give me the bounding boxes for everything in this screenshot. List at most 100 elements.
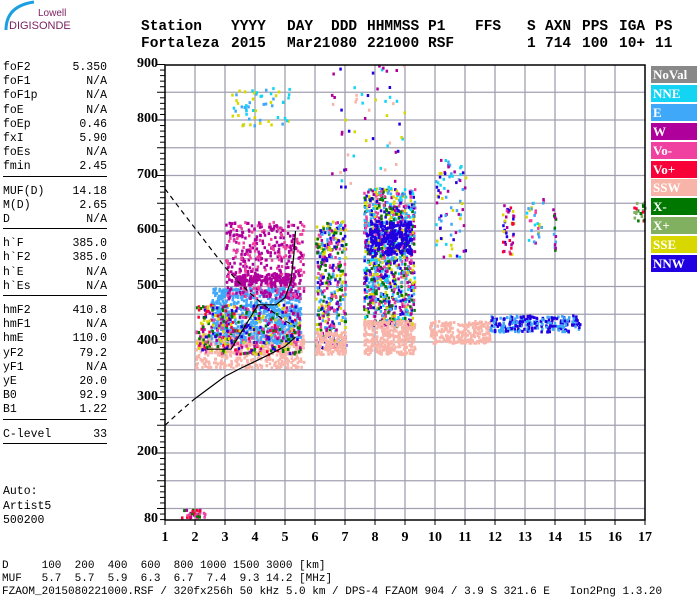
echo-point bbox=[393, 261, 396, 265]
echo-point bbox=[300, 360, 303, 364]
echo-point bbox=[458, 330, 462, 334]
echo-point bbox=[225, 324, 229, 327]
echo-point bbox=[229, 225, 233, 228]
echo-point bbox=[262, 102, 265, 106]
echo-point bbox=[241, 230, 244, 234]
echo-point bbox=[298, 297, 302, 301]
echo-point bbox=[287, 274, 290, 278]
echo-point bbox=[316, 260, 320, 264]
echo-point bbox=[399, 299, 402, 303]
echo-point bbox=[389, 231, 393, 235]
echo-point bbox=[284, 254, 288, 258]
echo-point bbox=[216, 345, 220, 348]
echo-point bbox=[444, 195, 448, 199]
echo-point bbox=[270, 237, 273, 241]
echo-point bbox=[288, 316, 292, 320]
echo-point bbox=[320, 241, 324, 245]
echo-point bbox=[291, 320, 295, 324]
echo-point bbox=[451, 208, 455, 212]
echo-point bbox=[332, 308, 336, 312]
echo-point bbox=[403, 246, 406, 250]
echo-point bbox=[265, 364, 269, 368]
echo-point bbox=[246, 358, 249, 362]
echo-point bbox=[255, 363, 258, 367]
echo-point bbox=[383, 210, 386, 214]
echo-point bbox=[438, 336, 442, 340]
echo-point bbox=[387, 264, 390, 268]
echo-point bbox=[375, 344, 378, 348]
echo-point bbox=[252, 321, 256, 325]
echo-point bbox=[384, 231, 388, 235]
echo-point bbox=[224, 309, 228, 313]
echo-point bbox=[343, 311, 347, 315]
echo-point bbox=[341, 272, 345, 276]
echo-point bbox=[390, 346, 394, 349]
echo-point bbox=[402, 224, 405, 228]
echo-point bbox=[273, 251, 277, 255]
echo-point bbox=[285, 119, 289, 123]
echo-point bbox=[263, 265, 266, 269]
echo-point bbox=[332, 269, 335, 273]
echo-point bbox=[435, 201, 439, 205]
echo-point bbox=[245, 279, 249, 283]
echo-point bbox=[381, 313, 385, 317]
echo-point bbox=[464, 176, 468, 180]
echo-point bbox=[322, 353, 325, 356]
echo-point bbox=[204, 358, 208, 362]
echo-point bbox=[477, 327, 481, 331]
echo-point bbox=[442, 255, 446, 259]
echo-point bbox=[286, 231, 290, 235]
echo-point bbox=[394, 345, 397, 349]
echo-point bbox=[259, 306, 263, 310]
echo-point bbox=[241, 306, 245, 310]
echo-point bbox=[363, 231, 366, 235]
echo-point bbox=[227, 304, 230, 307]
echo-point bbox=[255, 321, 259, 325]
echo-point bbox=[342, 226, 345, 230]
echo-point bbox=[393, 314, 397, 318]
echo-point bbox=[404, 233, 408, 237]
echo-point bbox=[375, 331, 378, 334]
echo-point bbox=[205, 340, 208, 344]
echo-point bbox=[411, 281, 414, 285]
echo-point bbox=[338, 257, 341, 260]
echo-point bbox=[279, 365, 283, 368]
echo-point bbox=[384, 310, 387, 314]
echo-point bbox=[377, 350, 380, 354]
echo-point bbox=[287, 266, 290, 269]
echo-point bbox=[274, 318, 277, 322]
echo-point bbox=[287, 293, 291, 297]
echo-point bbox=[225, 321, 228, 324]
echo-point bbox=[409, 195, 412, 199]
echo-point bbox=[406, 320, 409, 324]
echo-point bbox=[212, 318, 215, 322]
echo-point bbox=[399, 258, 402, 262]
echo-point bbox=[397, 338, 400, 342]
echo-point bbox=[435, 223, 438, 227]
echo-point bbox=[374, 223, 377, 227]
echo-point bbox=[256, 268, 259, 272]
echo-point bbox=[235, 233, 239, 237]
echo-point bbox=[255, 325, 258, 329]
echo-point bbox=[273, 224, 276, 228]
echo-point bbox=[202, 325, 205, 329]
echo-point bbox=[327, 231, 331, 235]
echo-point bbox=[210, 334, 213, 338]
echo-point bbox=[437, 329, 441, 333]
echo-point bbox=[241, 315, 245, 319]
echo-point bbox=[196, 355, 199, 359]
echo-point bbox=[435, 185, 439, 189]
echo-point bbox=[473, 328, 476, 332]
echo-point bbox=[340, 340, 343, 344]
echo-point bbox=[235, 295, 238, 299]
echo-point bbox=[278, 309, 282, 312]
echo-point bbox=[363, 268, 366, 272]
echo-point bbox=[266, 350, 269, 354]
echo-point bbox=[295, 347, 298, 351]
echo-point bbox=[199, 342, 202, 346]
echo-point bbox=[381, 198, 385, 202]
echo-point bbox=[236, 101, 240, 105]
echo-point bbox=[230, 315, 234, 319]
echo-point bbox=[395, 285, 399, 289]
echo-point bbox=[429, 326, 432, 330]
